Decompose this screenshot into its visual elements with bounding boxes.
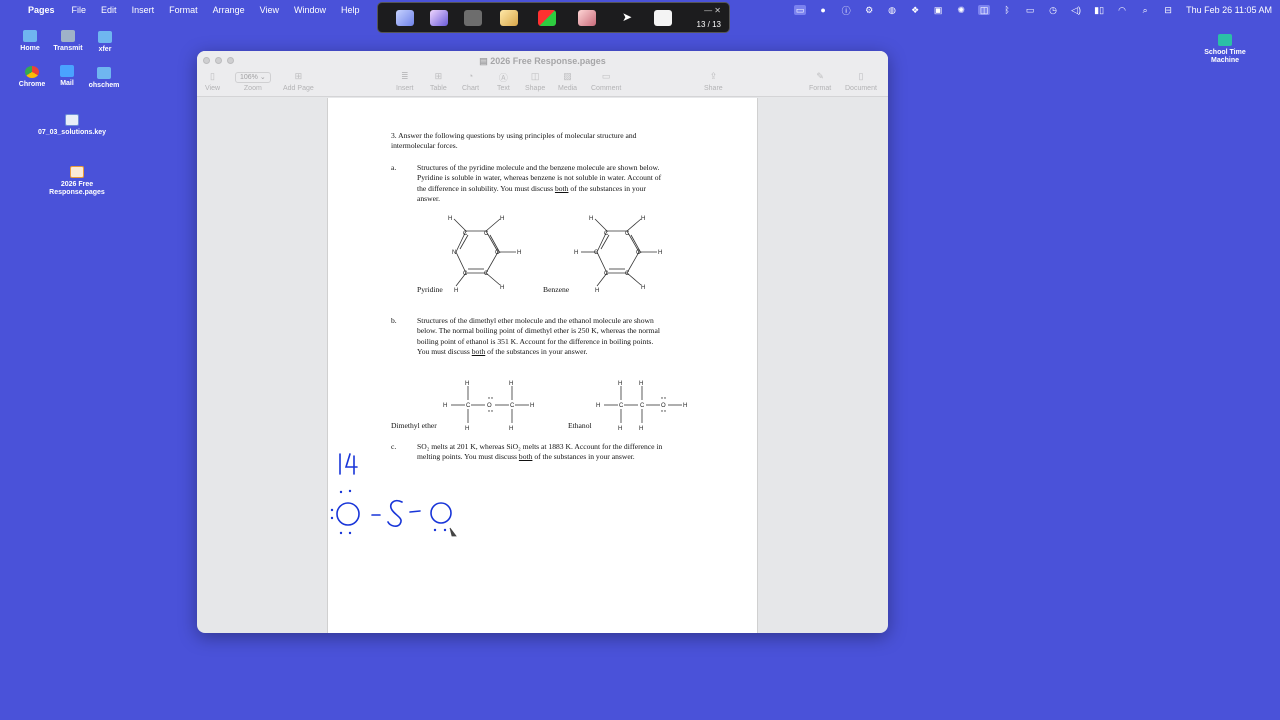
menu-clock[interactable]: Thu Feb 26 11:05 AM (1186, 5, 1272, 15)
pages-file-icon (70, 166, 84, 178)
shape-icon: ◫ (530, 71, 540, 81)
toolbar-zoom[interactable]: 106% ⌄ Zoom (235, 71, 271, 92)
toolbar-insert[interactable]: ≣ Insert (396, 71, 414, 92)
record-icon[interactable]: ● (817, 5, 829, 15)
drive-icon (1218, 34, 1232, 46)
chart-icon: ◔ (467, 71, 474, 81)
battery-icon[interactable]: ▮▯ (1093, 5, 1105, 15)
zoom-select[interactable]: 106% ⌄ (235, 72, 271, 83)
table-icon: ⊞ (434, 71, 443, 81)
chevron-down-icon: ⌄ (259, 74, 266, 81)
sidebar-icon: ▯ (210, 71, 215, 81)
text-icon: Ⓐ (498, 73, 508, 83)
annotation-toolbar: ➤ — ✕ 13 / 13 (377, 2, 730, 33)
shapes-color-icon[interactable] (538, 10, 556, 26)
volume-icon[interactable]: ◁) (1070, 5, 1082, 15)
format-brush-icon: ✎ (816, 71, 824, 81)
screen-mirror-icon[interactable]: ▭ (794, 5, 807, 15)
toolbar-text[interactable]: Ⓐ Text (497, 71, 510, 92)
minimize-close-icon[interactable]: — ✕ (704, 6, 721, 15)
insert-icon: ≣ (400, 71, 409, 81)
pages-window: ▤ 2026 Free Response.pages ▯ View 106% ⌄ Z… (197, 51, 888, 633)
menu-arrange[interactable]: Arrange (213, 5, 245, 15)
handwritten-annotations (330, 453, 457, 537)
ink-oxygen-left (336, 502, 360, 526)
page-counter: 13 / 13 (696, 20, 721, 29)
wifi-icon[interactable]: ◠ (1116, 5, 1128, 15)
status-area: ▭ ● ⓘ ⚙ ◍ ❖ ▣ ✺ ◫ ᛒ ▭ ◷ ◁) ▮▯ ◠ ⌕ ⊟ Thu … (783, 0, 1272, 20)
menu-help[interactable]: Help (341, 5, 360, 15)
desktop-icon-time-machine[interactable]: School Time Machine (1192, 34, 1258, 65)
menu-window[interactable]: Window (294, 5, 326, 15)
add-page-icon: ⊞ (294, 71, 303, 81)
mail-icon (60, 65, 74, 77)
activity-icon[interactable]: ✺ (955, 5, 967, 15)
window-toolbar: ▤ 2026 Free Response.pages ▯ View 106% ⌄ Z… (197, 51, 888, 97)
share-icon: ⇪ (709, 71, 718, 81)
shield-icon[interactable]: ◍ (886, 5, 898, 15)
toolbar-table[interactable]: ⊞ Table (430, 71, 447, 92)
folder-icon (23, 30, 37, 42)
toolbar-view[interactable]: ▯ View (205, 71, 220, 92)
star-icon[interactable] (396, 10, 414, 26)
menu-app[interactable]: Pages (28, 5, 55, 15)
comment-icon: ▭ (601, 71, 611, 81)
folder-icon (98, 31, 112, 43)
menu-insert[interactable]: Insert (132, 5, 155, 15)
pointer-icon[interactable]: ➤ (622, 10, 640, 26)
toolbar-add-page[interactable]: ⊞ Add Page (283, 71, 314, 92)
bluetooth-icon[interactable]: ᛒ (1001, 5, 1013, 15)
transmit-icon (61, 30, 75, 42)
toolbar-format[interactable]: ✎ Format (809, 71, 831, 92)
highlighter-icon[interactable] (500, 10, 518, 26)
toolbar-chart[interactable]: ◔ Chart (462, 71, 479, 92)
desktop-icon-keynote-file[interactable]: 07_03_solutions.key (36, 114, 108, 137)
window-title: ▤ 2026 Free Response.pages (479, 56, 606, 66)
menu-file[interactable]: File (72, 5, 87, 15)
document-icon: ▤ (479, 56, 491, 66)
keynote-file-icon (65, 114, 79, 126)
desktop-icon-ohschem[interactable]: ohschem (74, 67, 134, 90)
window-icon[interactable]: ◫ (978, 5, 991, 15)
marker-tool-icon[interactable] (464, 10, 482, 26)
app-status-icon[interactable]: ▣ (932, 5, 944, 15)
ink-sulfur (387, 499, 403, 527)
menu-view[interactable]: View (260, 5, 279, 15)
toolbar-shape[interactable]: ◫ Shape (525, 71, 545, 92)
display-icon[interactable]: ▭ (1024, 5, 1036, 15)
eraser-icon[interactable] (578, 10, 596, 26)
document-page[interactable]: 3. Answer the following questions by usi… (327, 98, 758, 633)
toolbar-media[interactable]: ▨ Media (558, 71, 577, 92)
folder-icon (97, 67, 111, 79)
search-icon[interactable]: ⌕ (1139, 5, 1151, 15)
desktop-icon-pages-file[interactable]: 2026 Free Response.pages (44, 166, 110, 197)
toolbar-document[interactable]: ▯ Document (845, 71, 877, 92)
whiteboard-icon[interactable] (654, 10, 672, 26)
info-icon[interactable]: ⓘ (840, 5, 852, 16)
media-icon: ▨ (563, 71, 572, 81)
control-center-icon[interactable]: ⊟ (1162, 5, 1174, 15)
toolbar-share[interactable]: ⇪ Share (704, 71, 723, 92)
menu-format[interactable]: Format (169, 5, 198, 15)
time-machine-icon[interactable]: ◷ (1047, 5, 1059, 15)
pen-tool-icon[interactable] (430, 10, 448, 26)
menu-edit[interactable]: Edit (101, 5, 117, 15)
toolbar-comment[interactable]: ▭ Comment (591, 71, 621, 92)
desktop-icon-xfer[interactable]: xfer (75, 31, 135, 54)
document-icon: ▯ (858, 71, 864, 81)
settings-icon[interactable]: ⚙ (863, 5, 875, 15)
dropbox-icon[interactable]: ❖ (909, 5, 921, 15)
ink-oxygen-right (430, 502, 452, 524)
